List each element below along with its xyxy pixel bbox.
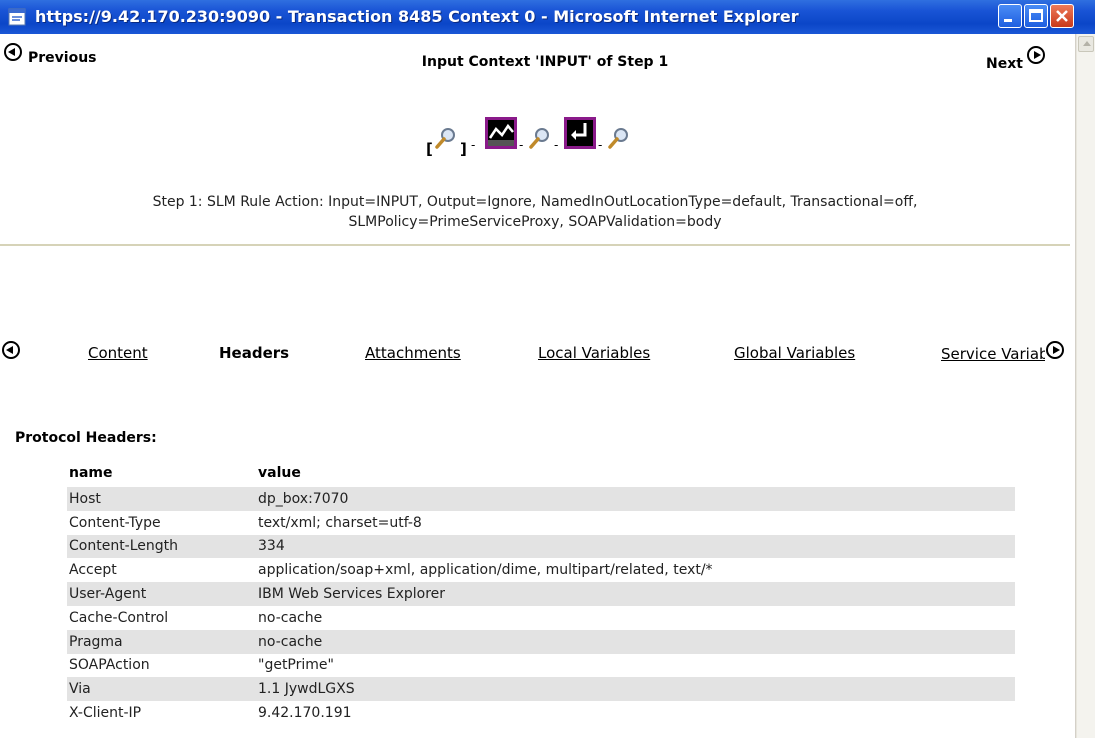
header-value: application/soap+xml, application/dime, … [258, 562, 713, 579]
table-row: Pragma no-cache [67, 629, 1015, 654]
magnifier-icon[interactable] [434, 126, 458, 150]
step-description: Step 1: SLM Rule Action: Input=INPUT, Ou… [20, 192, 1050, 232]
table-row: X-Client-IP 9.42.170.191 [67, 701, 1015, 725]
table-row: Content-Length 334 [67, 534, 1015, 559]
table-row: Accept application/soap+xml, application… [67, 558, 1015, 582]
previous-arrow-icon [4, 43, 22, 61]
open-bracket: [ [426, 140, 433, 158]
header-name: Cache-Control [69, 609, 169, 626]
header-name: Accept [69, 562, 117, 579]
table-header-row: name value [67, 459, 1015, 487]
table-row: SOAPAction "getPrime" [67, 654, 1015, 678]
header-name: Content-Type [69, 514, 161, 531]
tab-scroll-right-icon[interactable] [1046, 341, 1064, 359]
tab-bar: Content Headers Attachments Local Variab… [0, 336, 1075, 364]
table-row: Via 1.1 JywdLGXS [67, 677, 1015, 702]
minimize-icon [1004, 19, 1012, 22]
header-value: 9.42.170.191 [258, 705, 352, 722]
header-value: dp_box:7070 [256, 487, 1015, 511]
window-title: https://9.42.170.230:9090 - Transaction … [35, 7, 799, 26]
header-name: Content-Length [67, 534, 256, 559]
maximize-icon [1029, 9, 1043, 22]
table-row: Host dp_box:7070 [67, 487, 1015, 511]
return-arrow-icon[interactable] [563, 116, 597, 150]
header-name: User-Agent [67, 582, 256, 606]
close-button[interactable] [1050, 4, 1074, 28]
tab-attachments[interactable]: Attachments [365, 344, 461, 362]
magnifier-icon[interactable] [528, 126, 552, 150]
magnifier-icon[interactable] [607, 126, 631, 150]
header-name: Host [67, 487, 256, 511]
header-name: Via [67, 677, 256, 702]
tab-scroll-left-icon[interactable] [2, 341, 20, 359]
header-value: 1.1 JywdLGXS [256, 677, 1015, 702]
header-value: no-cache [258, 609, 323, 626]
page-title: Input Context 'INPUT' of Step 1 [421, 54, 669, 70]
divider [0, 244, 1070, 246]
header-name: SOAPAction [69, 657, 150, 674]
step-description-line2: SLMPolicy=PrimeServiceProxy, SOAPValidat… [348, 214, 722, 230]
next-arrow-icon [1026, 46, 1045, 64]
header-value: 334 [256, 534, 1015, 559]
dash-1: - [471, 138, 476, 152]
dash-2: - [519, 138, 524, 152]
close-bracket: ] [460, 140, 467, 158]
dash-4: - [598, 138, 603, 152]
tab-service-variables[interactable]: Service Variables [941, 345, 1045, 363]
previous-link[interactable]: Previous [4, 38, 97, 66]
tab-local-variables[interactable]: Local Variables [538, 344, 650, 362]
vertical-scrollbar[interactable] [1076, 34, 1095, 738]
tab-headers[interactable]: Headers [219, 344, 289, 362]
minimize-button[interactable] [998, 4, 1022, 28]
scroll-up-icon[interactable] [1078, 36, 1094, 52]
page-content: Previous Input Context 'INPUT' of Step 1… [0, 34, 1076, 738]
header-name: X-Client-IP [69, 705, 142, 722]
table-row: Content-Type text/xml; charset=utf-8 [67, 511, 1015, 535]
next-label: Next [986, 56, 1023, 72]
table-row: Cache-Control no-cache [67, 606, 1015, 630]
header-value: text/xml; charset=utf-8 [258, 514, 422, 531]
header-name: Pragma [67, 629, 256, 654]
dash-3: - [554, 138, 559, 152]
next-link[interactable]: Next [986, 46, 1045, 72]
tab-global-variables[interactable]: Global Variables [734, 344, 855, 362]
previous-label: Previous [28, 50, 97, 66]
action-graph-icon[interactable] [484, 116, 518, 150]
window-titlebar: https://9.42.170.230:9090 - Transaction … [0, 0, 1095, 34]
tab-service-variables-clip: Service Variables [941, 344, 1045, 364]
protocol-headers-label: Protocol Headers: [15, 430, 157, 446]
header-value: IBM Web Services Explorer [256, 582, 1015, 606]
column-header-name: name [69, 465, 113, 481]
ie-page-icon [8, 8, 26, 26]
protocol-headers-table: name value Host dp_box:7070 Content-Type… [67, 459, 1015, 725]
column-header-value: value [258, 465, 301, 481]
header-value: "getPrime" [258, 657, 334, 674]
step-description-line1: Step 1: SLM Rule Action: Input=INPUT, Ou… [152, 194, 918, 210]
maximize-button[interactable] [1024, 4, 1048, 28]
tab-content[interactable]: Content [88, 344, 148, 362]
table-row: User-Agent IBM Web Services Explorer [67, 582, 1015, 606]
close-icon [1056, 10, 1068, 22]
header-value: no-cache [256, 629, 1015, 654]
